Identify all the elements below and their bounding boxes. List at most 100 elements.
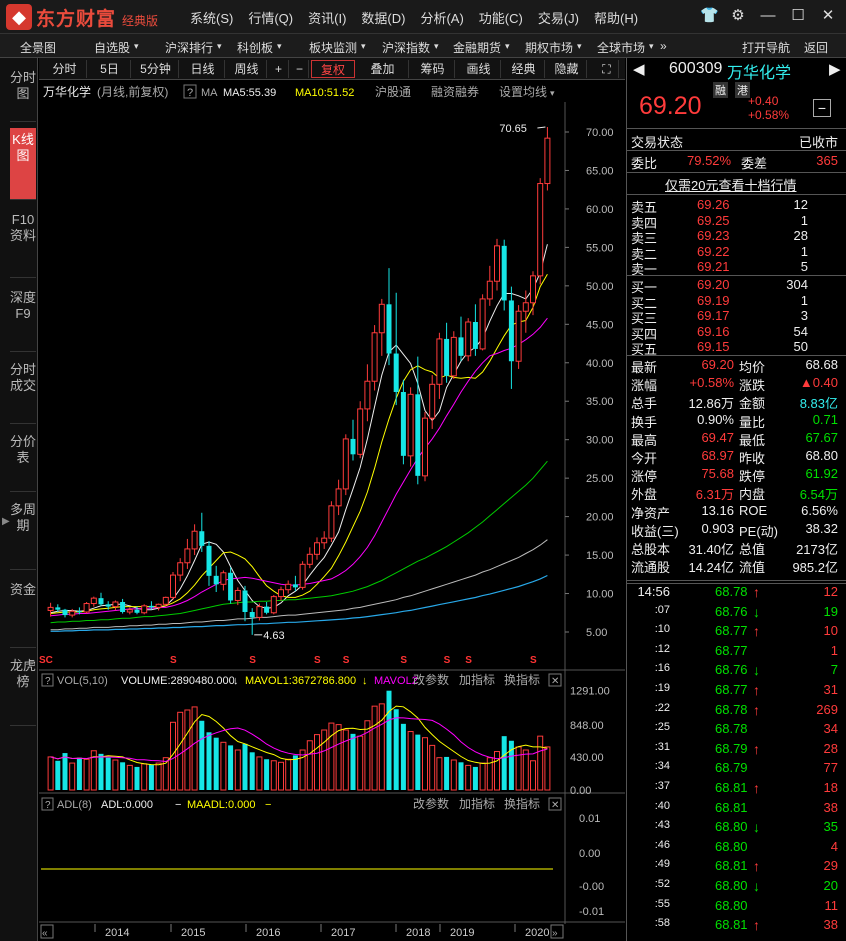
hk-connect-label[interactable]: 沪股通 <box>375 85 411 99</box>
collapse-icon[interactable]: − <box>813 99 831 117</box>
candle[interactable] <box>264 602 270 615</box>
candle[interactable] <box>141 604 148 615</box>
candle[interactable] <box>544 127 551 191</box>
candle[interactable] <box>206 541 212 586</box>
change-params-button[interactable]: 改参数 <box>413 796 449 811</box>
chart-tool-button[interactable]: + <box>269 60 289 78</box>
kline-chart-area[interactable]: 万华化学 (月线,前复权)? MA MA5:55.39 MA10:51.52 沪股通 融资融… <box>39 82 625 941</box>
candle[interactable] <box>472 304 478 356</box>
margin-label[interactable]: 融资融券 <box>431 84 479 99</box>
candle[interactable] <box>299 561 306 590</box>
candle[interactable] <box>314 537 320 560</box>
candle[interactable] <box>422 412 428 482</box>
top-menu-item[interactable]: 资讯(I) <box>308 8 346 27</box>
left-tab[interactable]: F10资料 <box>10 208 36 278</box>
chart-tool-button[interactable]: 叠加 <box>357 60 409 78</box>
left-tab[interactable]: 龙虎榜 <box>10 654 36 726</box>
candle[interactable] <box>47 602 54 617</box>
candle[interactable] <box>220 570 227 591</box>
nav-item[interactable]: 全景图 <box>20 39 56 56</box>
nav-item[interactable]: 沪深指数 <box>382 39 430 56</box>
nav-item[interactable]: 沪深排行 <box>165 39 213 56</box>
candle[interactable] <box>249 608 255 635</box>
chart-tool-button[interactable]: 日线 <box>181 60 225 78</box>
candle[interactable] <box>378 298 385 356</box>
candle[interactable] <box>386 268 392 366</box>
back-button[interactable]: 返回 <box>804 39 828 56</box>
candle[interactable] <box>213 565 219 592</box>
chart-tool-button[interactable]: 隐藏 <box>547 60 587 78</box>
nav-more[interactable]: » <box>660 39 667 53</box>
left-tab[interactable]: 分价表 <box>10 430 36 492</box>
top-menu-item[interactable]: 交易(J) <box>538 8 579 27</box>
candle[interactable] <box>450 331 457 379</box>
expand-icon[interactable]: ⛶ <box>595 60 619 78</box>
candle[interactable] <box>242 585 248 622</box>
add-indicator-button[interactable]: 加指标 <box>459 672 495 687</box>
candle[interactable] <box>112 600 119 611</box>
candle[interactable] <box>400 379 406 465</box>
candle[interactable] <box>530 271 536 316</box>
chart-tool-button[interactable]: 分时 <box>43 60 87 78</box>
candle[interactable] <box>415 356 421 485</box>
left-tab[interactable]: 深度F9 <box>10 286 36 352</box>
top-menu-item[interactable]: 系统(S) <box>190 8 233 27</box>
top-menu-item[interactable]: 帮助(H) <box>594 8 638 27</box>
add-indicator-button[interactable]: 加指标 <box>459 796 495 811</box>
chart-tool-button[interactable]: 筹码 <box>411 60 455 78</box>
candle[interactable] <box>494 238 500 291</box>
left-tab[interactable]: 资金 <box>10 578 36 648</box>
ma-settings-button[interactable]: 设置均线 <box>499 85 547 99</box>
chart-tool-button[interactable]: 5分钟 <box>133 60 179 78</box>
top-menu-item[interactable]: 分析(A) <box>420 8 463 27</box>
candle[interactable] <box>407 387 414 467</box>
candle[interactable] <box>458 316 464 362</box>
chart-tool-button[interactable]: 周线 <box>227 60 267 78</box>
shirt-icon[interactable]: 👕 <box>700 6 719 24</box>
candle[interactable] <box>83 602 90 614</box>
candle[interactable] <box>170 572 176 600</box>
candle[interactable] <box>335 479 342 516</box>
next-stock-icon[interactable]: ▶ <box>829 60 841 78</box>
switch-indicator-button[interactable]: 换指标 <box>504 672 540 687</box>
maximize-icon[interactable]: ☐ <box>790 6 806 24</box>
level2-promo-link[interactable]: 仅需20元查看十档行情 <box>665 175 796 194</box>
candle[interactable] <box>306 547 313 569</box>
left-tab[interactable]: 分时成交 <box>10 358 36 424</box>
nav-item[interactable]: 科创板 <box>237 39 273 56</box>
prev-stock-icon[interactable]: ◀ <box>633 60 645 78</box>
nav-item[interactable]: 期权市场 <box>525 39 573 56</box>
candle[interactable] <box>162 596 169 606</box>
settings-icon[interactable]: ⚙ <box>730 6 746 24</box>
top-menu-item[interactable]: 数据(D) <box>361 8 405 27</box>
chart-tool-button[interactable]: 5日 <box>89 60 131 78</box>
candle[interactable] <box>508 286 514 389</box>
candle[interactable] <box>177 558 184 582</box>
candle[interactable] <box>429 375 436 429</box>
candle[interactable] <box>364 364 371 422</box>
candle[interactable] <box>228 567 234 604</box>
candle[interactable] <box>501 239 507 311</box>
candle[interactable] <box>191 524 198 556</box>
candle[interactable] <box>292 575 298 592</box>
close-icon[interactable]: ✕ <box>820 6 836 24</box>
nav-item[interactable]: 自选股 <box>94 39 130 56</box>
candle[interactable] <box>357 401 364 459</box>
top-menu-item[interactable]: 功能(C) <box>479 8 523 27</box>
candle[interactable] <box>321 531 328 549</box>
candle[interactable] <box>120 598 126 614</box>
candle[interactable] <box>444 322 450 383</box>
candle[interactable] <box>515 305 522 369</box>
open-navigation-button[interactable]: 打开导航 <box>742 39 790 56</box>
chart-tool-button[interactable]: 复权 <box>311 60 355 78</box>
candle[interactable] <box>90 596 97 607</box>
candle[interactable] <box>436 332 443 399</box>
chart-tool-button[interactable]: 画线 <box>457 60 501 78</box>
candle[interactable] <box>199 512 205 552</box>
candle[interactable] <box>479 294 486 351</box>
candle[interactable] <box>393 292 399 406</box>
nav-item[interactable]: 板块监测 <box>309 39 357 56</box>
candle[interactable] <box>342 434 349 496</box>
minimize-icon[interactable]: — <box>760 7 776 24</box>
candle[interactable] <box>486 265 493 306</box>
